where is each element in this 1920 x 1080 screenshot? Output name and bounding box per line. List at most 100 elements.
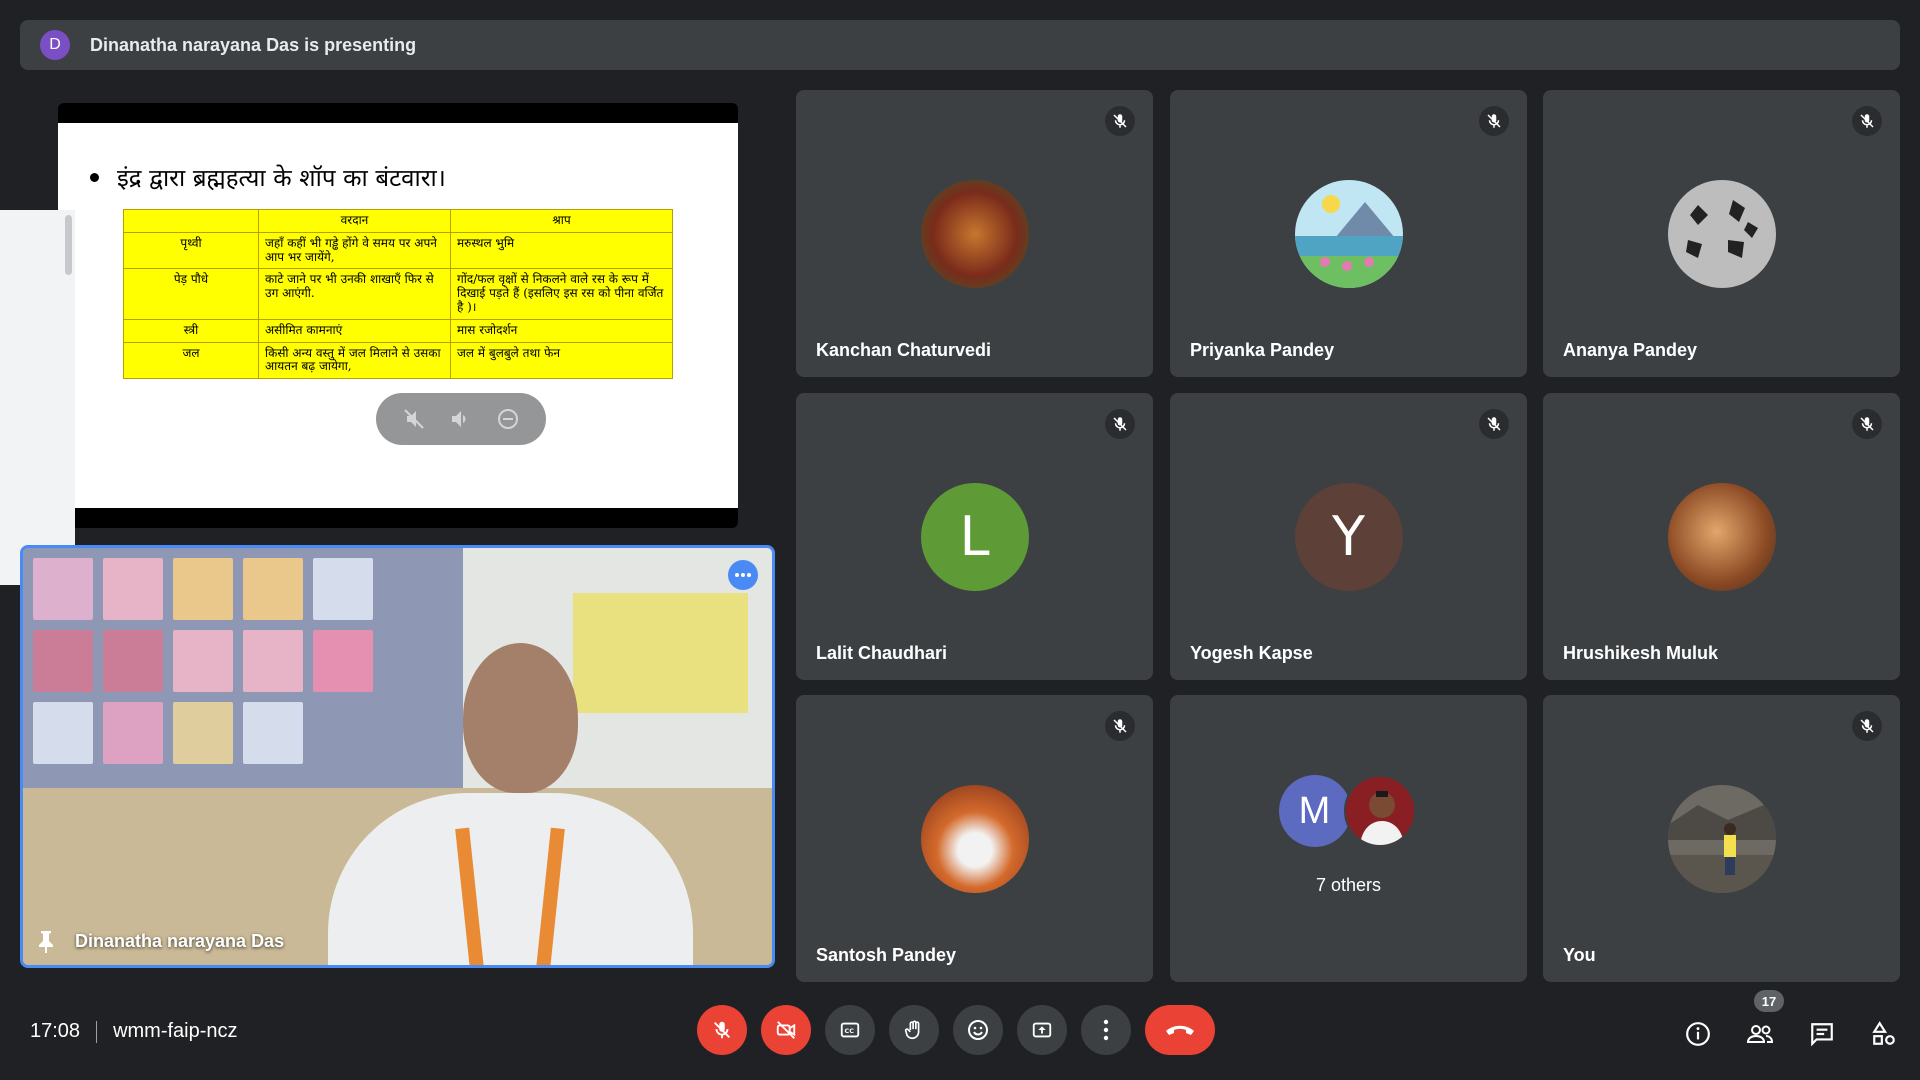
participant-name: Yogesh Kapse — [1190, 643, 1313, 663]
alphabet-card — [103, 558, 163, 620]
mic-off-icon — [1105, 711, 1135, 741]
video-background-wall — [23, 548, 463, 788]
mic-off-icon — [714, 1021, 730, 1039]
people-icon — [1746, 1025, 1774, 1043]
landscape-avatar — [1294, 179, 1403, 288]
others-tile[interactable]: M 7 others — [1170, 695, 1527, 982]
minimize-icon[interactable] — [496, 407, 520, 431]
mic-off-icon — [1479, 409, 1509, 439]
mic-off-icon — [1479, 106, 1509, 136]
table-cell: किसी अन्य वस्तु में जल मिलाने से उसका आय… — [258, 341, 451, 380]
people-count-badge: 17 — [1754, 990, 1784, 1012]
presenter-video-tile[interactable]: Dinanatha narayana Das — [20, 545, 775, 968]
participant-avatar-photo — [1294, 179, 1403, 288]
svg-text:CC: CC — [845, 1027, 855, 1035]
others-avatars: M — [1278, 775, 1419, 847]
alphabet-card — [103, 702, 163, 764]
table-cell: जल — [123, 341, 259, 380]
self-tile[interactable]: You — [1543, 695, 1900, 982]
participant-name: Priyanka Pandey — [1190, 340, 1335, 360]
table-cell: मरुस्थल भुमि — [450, 231, 673, 270]
captions-icon: CC — [840, 1022, 860, 1038]
alphabet-card — [243, 702, 303, 764]
mic-off-icon — [1852, 711, 1882, 741]
table-cell: स्त्री — [123, 318, 259, 343]
presenter-name-label: Dinanatha narayana Das — [37, 929, 284, 953]
camera-off-icon — [776, 1021, 796, 1039]
participant-avatar-photo — [1343, 775, 1416, 847]
alphabet-card — [243, 630, 303, 692]
participant-name: Kanchan Chaturvedi — [816, 340, 992, 360]
pin-icon — [39, 931, 53, 953]
mic-off-icon — [1852, 106, 1882, 136]
alphabet-card — [33, 702, 93, 764]
table-cell: पेड़ पौधे — [123, 268, 259, 320]
presentation-slide: इंद्र द्वारा ब्रह्महत्या के शॉप का बंटवा… — [58, 123, 738, 508]
info-icon — [1686, 1022, 1710, 1046]
meeting-details-button[interactable] — [1678, 1014, 1718, 1054]
participant-tile[interactable]: Ananya Pandey — [1543, 90, 1900, 377]
presenting-text: Dinanatha narayana Das is presenting — [90, 34, 417, 55]
emoji-reactions-button[interactable] — [953, 1005, 1003, 1055]
participant-avatar-photo — [1667, 179, 1776, 288]
activities-icon — [1872, 1021, 1895, 1045]
raise-hand-button[interactable] — [889, 1005, 939, 1055]
participant-avatar-initial: L — [920, 482, 1029, 591]
participant-name: Santosh Pandey — [816, 945, 957, 965]
others-count-label: 7 others — [1315, 875, 1382, 895]
show-everyone-button[interactable]: 17 — [1740, 990, 1784, 1054]
participant-name: Lalit Chaudhari — [816, 643, 948, 663]
presenter-name: Dinanatha narayana Das — [75, 930, 285, 951]
participant-name: You — [1563, 945, 1596, 965]
clock-time: 17:08 — [30, 1020, 81, 1042]
participant-avatar-initial: M — [1278, 775, 1351, 847]
presentation-overlay-controls[interactable] — [376, 393, 546, 445]
leave-call-button[interactable] — [1145, 1005, 1215, 1055]
participant-name: Hrushikesh Muluk — [1563, 643, 1719, 663]
participant-tile[interactable]: Santosh Pandey — [796, 695, 1153, 982]
end-call-icon — [1166, 1025, 1194, 1035]
call-controls: CC — [697, 1005, 1215, 1055]
butterflies-avatar — [1667, 179, 1776, 288]
side-panel-scrollbar[interactable] — [65, 215, 72, 275]
presentation-view[interactable]: इंद्र द्वारा ब्रह्महत्या के शॉप का बंटवा… — [58, 103, 738, 528]
table-cell: काटे जाने पर भी उनकी शाखाएँ फिर से उग आए… — [258, 268, 451, 320]
table-cell: असीमित कामनाएं — [258, 318, 451, 343]
participant-tile[interactable]: Hrushikesh Muluk — [1543, 393, 1900, 680]
participant-tile[interactable]: Kanchan Chaturvedi — [796, 90, 1153, 377]
mic-off-icon — [1105, 106, 1135, 136]
slide-bullet-text: इंद्र द्वारा ब्रह्महत्या के शॉप का बंटवा… — [117, 164, 446, 192]
chat-button[interactable] — [1802, 1014, 1842, 1054]
toggle-mic-button[interactable] — [697, 1005, 747, 1055]
toggle-camera-button[interactable] — [761, 1005, 811, 1055]
participant-tile[interactable]: Priyanka Pandey — [1170, 90, 1527, 377]
emoji-icon — [968, 1020, 988, 1040]
volume-icon[interactable] — [449, 407, 473, 431]
alphabet-card — [33, 558, 93, 620]
table-row: जल किसी अन्य वस्तु में जल मिलाने से उसका… — [123, 341, 673, 380]
mute-presentation-icon[interactable] — [402, 407, 426, 431]
more-options-button[interactable] — [1081, 1005, 1131, 1055]
table-cell: जल में बुलबुले तथा फेन — [450, 341, 673, 380]
table-row: पृथ्वी जहाँ कहीं भी गड्ढे होंगे वे समय प… — [123, 231, 673, 270]
tile-more-options-button[interactable] — [728, 560, 758, 590]
participant-name: Ananya Pandey — [1563, 340, 1698, 360]
alphabet-card — [173, 558, 233, 620]
table-cell: मास रजोदर्शन — [450, 318, 673, 343]
alphabet-card — [173, 702, 233, 764]
present-now-button[interactable] — [1017, 1005, 1067, 1055]
table-cell: गोंद/फल वृक्षों से निकलने वाले रस के रूप… — [450, 268, 673, 320]
meeting-code[interactable]: wmm-faip-ncz — [113, 1020, 237, 1043]
participant-tile[interactable]: Y Yogesh Kapse — [1170, 393, 1527, 680]
presenting-banner: D Dinanatha narayana Das is presenting — [20, 20, 1900, 70]
participant-avatar-photo — [1667, 784, 1776, 893]
raise-hand-icon — [904, 1020, 920, 1040]
activities-button[interactable] — [1864, 1014, 1904, 1054]
table-header-cell: श्राप — [450, 209, 673, 233]
participant-tile[interactable]: L Lalit Chaudhari — [796, 393, 1153, 680]
mic-off-icon — [1852, 409, 1882, 439]
bottom-bar: 17:08 wmm-faip-ncz CC 17 — [0, 990, 1920, 1080]
alphabet-card — [243, 558, 303, 620]
captions-button[interactable]: CC — [825, 1005, 875, 1055]
board-paper — [573, 593, 748, 713]
